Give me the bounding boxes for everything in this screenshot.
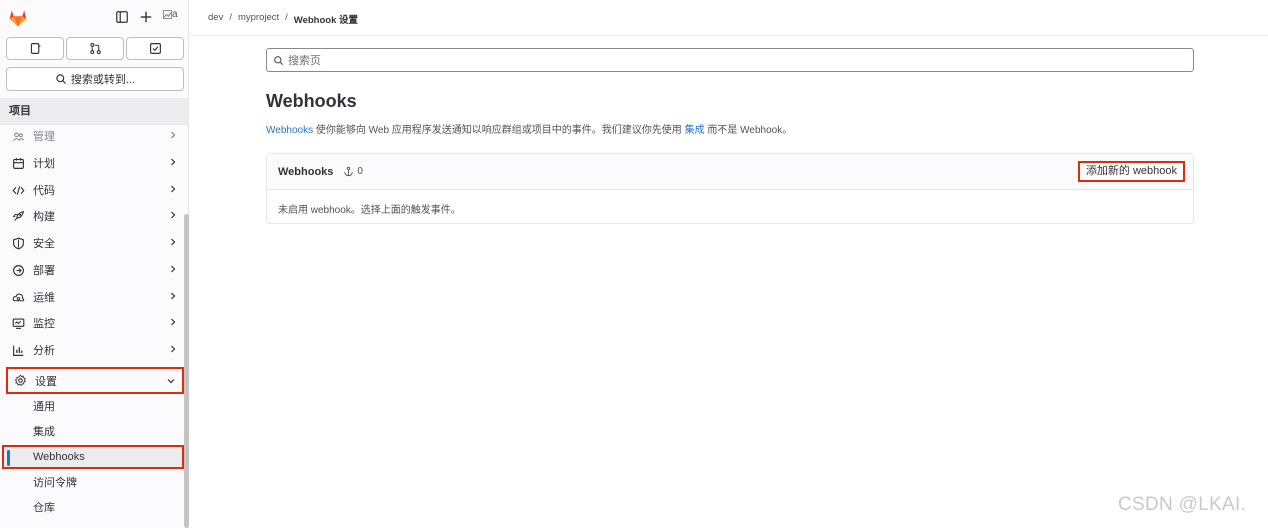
page-title: Webhooks — [266, 91, 357, 111]
breadcrumb: dev / myproject / Webhook 设置 — [208, 12, 358, 26]
todos-button[interactable] — [126, 37, 184, 60]
users-icon — [11, 129, 25, 143]
shield-icon — [11, 236, 25, 250]
broken-image-icon — [163, 9, 172, 19]
sidebar-item-label: 部署 — [33, 265, 55, 277]
sidebar-item-operate[interactable]: 运维 — [6, 285, 184, 309]
search-icon — [56, 74, 66, 84]
sidebar-item-plan[interactable]: 计划 — [6, 151, 184, 175]
chart-icon — [11, 343, 25, 357]
sidebar-item-security[interactable]: 安全 — [6, 231, 184, 255]
gitlab-logo-icon[interactable] — [8, 8, 28, 28]
page-search-input[interactable]: 搜索页 — [266, 48, 1194, 72]
breadcrumb-separator: / — [285, 12, 288, 23]
description-text-end: 而不是 Webhook。 — [704, 125, 793, 136]
card-header: Webhooks 0 添加新的 webhook — [267, 154, 1193, 190]
section-title-project: 项目 — [0, 98, 189, 125]
chevron-right-icon — [171, 131, 176, 139]
code-icon — [11, 183, 25, 197]
sidebar-item-label: 管理 — [33, 131, 55, 143]
header-divider — [190, 35, 1268, 36]
left-sidebar: a 搜索或转到... 项目 管理 计划 代码 构建 安全 部署 运维 监控 分析… — [0, 0, 189, 528]
todo-checkbox-icon — [149, 43, 161, 54]
avatar[interactable]: a — [163, 9, 178, 20]
sidebar-topbar: a — [0, 0, 189, 36]
deploy-icon — [11, 263, 25, 277]
issues-icon — [30, 43, 40, 54]
webhook-icon — [344, 166, 354, 177]
breadcrumb-item-current[interactable]: Webhook 设置 — [294, 12, 358, 26]
sidebar-item-analyze[interactable]: 分析 — [6, 338, 184, 362]
sidebar-item-settings[interactable]: 设置 — [6, 367, 184, 394]
add-new-webhook-button[interactable]: 添加新的 webhook — [1077, 161, 1185, 182]
integrations-link[interactable]: 集成 — [685, 125, 705, 136]
sidebar-item-label: 安全 — [33, 238, 55, 250]
search-placeholder: 搜索页 — [288, 55, 321, 67]
chevron-right-icon — [171, 185, 176, 193]
search-icon — [274, 55, 284, 65]
merge-request-icon — [89, 42, 101, 55]
description-text: 使你能够向 Web 应用程序发送通知以响应群组或项目中的事件。我们建议你先使用 — [313, 125, 685, 136]
search-button-label: 搜索或转到... — [70, 74, 136, 86]
sidebar-subitem-access-tokens[interactable]: 访问令牌 — [2, 471, 184, 495]
monitor-icon — [11, 316, 25, 330]
main-content: dev / myproject / Webhook 设置 搜索页 Webhook… — [190, 0, 1268, 528]
sidebar-subitem-webhooks[interactable]: Webhooks — [2, 445, 184, 469]
merge-requests-button[interactable] — [66, 37, 124, 60]
page-description: Webhooks 使你能够向 Web 应用程序发送通知以响应群组或项目中的事件。… — [266, 121, 792, 136]
calendar-icon — [11, 156, 25, 170]
sidebar-item-code[interactable]: 代码 — [6, 178, 184, 202]
sidebar-item-label: 运维 — [33, 292, 55, 304]
sidebar-item-label: 代码 — [33, 185, 55, 197]
sidebar-item-label: 监控 — [33, 318, 55, 330]
sidebar-item-label: 计划 — [33, 158, 55, 170]
chevron-right-icon — [171, 158, 176, 166]
card-title: Webhooks — [278, 165, 334, 178]
chevron-right-icon — [171, 211, 176, 219]
sidebar-scrollbar[interactable] — [184, 214, 189, 528]
webhook-count-badge: 0 — [343, 166, 363, 177]
sidebar-toggle-icon[interactable] — [115, 10, 129, 24]
watermark: CSDN @LKAI. — [1118, 494, 1247, 515]
sidebar-item-label: 构建 — [33, 211, 55, 223]
sidebar-subitem-repository[interactable]: 仓库 — [2, 496, 184, 520]
sidebar-item-monitor[interactable]: 监控 — [6, 311, 184, 335]
chevron-right-icon — [171, 292, 176, 300]
sidebar-subitem-general[interactable]: 通用 — [2, 395, 184, 419]
avatar-alt-text: a — [172, 9, 178, 20]
breadcrumb-item-project[interactable]: myproject — [238, 12, 279, 26]
sidebar-item-build[interactable]: 构建 — [6, 204, 184, 228]
sidebar-item-label: 设置 — [35, 375, 57, 388]
chevron-down-icon — [167, 379, 175, 384]
gear-icon — [13, 374, 27, 388]
rocket-icon — [11, 209, 25, 223]
chevron-right-icon — [171, 345, 176, 353]
chevron-right-icon — [171, 265, 176, 273]
issues-button[interactable] — [6, 37, 64, 60]
chevron-right-icon — [171, 318, 176, 326]
cloud-gear-icon — [11, 290, 25, 304]
sidebar-item-deploy[interactable]: 部署 — [6, 258, 184, 282]
plus-icon[interactable] — [139, 10, 153, 24]
breadcrumb-item-dev[interactable]: dev — [208, 12, 223, 26]
sidebar-subitem-integrations[interactable]: 集成 — [2, 420, 184, 444]
webhook-count: 0 — [357, 166, 363, 177]
breadcrumb-separator: / — [229, 12, 232, 23]
sidebar-item-manage[interactable]: 管理 — [6, 124, 184, 148]
webhooks-card: Webhooks 0 添加新的 webhook 未启用 webhook。选择上面… — [266, 153, 1194, 224]
empty-state-text: 未启用 webhook。选择上面的触发事件。 — [278, 205, 461, 216]
webhooks-docs-link[interactable]: Webhooks — [266, 125, 313, 136]
chevron-right-icon — [171, 238, 176, 246]
sidebar-item-label: 分析 — [33, 345, 55, 357]
search-or-go-to-button[interactable]: 搜索或转到... — [6, 67, 184, 91]
